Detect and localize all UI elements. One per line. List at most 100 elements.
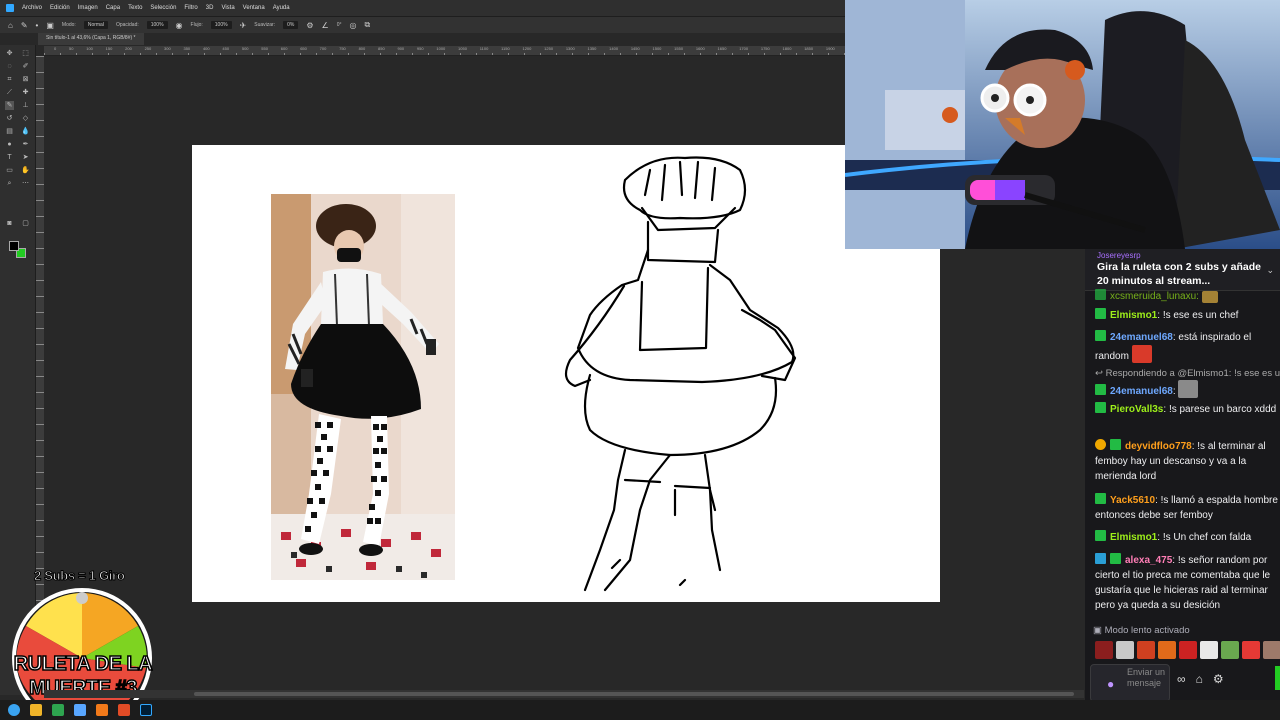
emote-icon[interactable] — [1095, 641, 1113, 659]
mode-select[interactable]: Normal — [83, 21, 108, 29]
chat-send-button[interactable] — [1275, 666, 1280, 690]
frame-tool-icon[interactable]: ⊠ — [21, 75, 30, 84]
gear-icon[interactable]: ⚙ — [1213, 672, 1224, 686]
document-tabs: Sin título-1 al 43,6% (Capa 1, RGB/8#) * — [0, 33, 845, 45]
foreground-color-swatch[interactable] — [9, 241, 19, 251]
chat-username[interactable]: Elmismo1 — [1110, 310, 1157, 321]
chat-username[interactable]: PieroVall3s — [1110, 404, 1163, 415]
microphone-icon[interactable]: ● — [1107, 677, 1114, 691]
menu-filtro[interactable]: Filtro — [184, 5, 197, 11]
emote-icon[interactable] — [1158, 641, 1176, 659]
symmetry-icon[interactable]: ⧉ — [364, 20, 370, 30]
bits-icon[interactable]: ∞ — [1177, 672, 1186, 686]
ruler-label: 400 — [202, 46, 210, 51]
emote-icon[interactable] — [1179, 641, 1197, 659]
quick-mask-icon[interactable]: ◙ — [5, 219, 14, 228]
flow-field[interactable]: 100% — [210, 21, 232, 29]
menu-vista[interactable]: Vista — [221, 5, 234, 11]
dodge-tool-icon[interactable]: ● — [5, 140, 14, 149]
emote-icon[interactable] — [1116, 641, 1134, 659]
brush-tool-icon[interactable]: ✎ — [21, 21, 28, 30]
more-tools-icon[interactable]: ⋯ — [21, 179, 30, 188]
menu-capa[interactable]: Capa — [106, 5, 120, 11]
pinned-username[interactable]: Josereyesrp — [1097, 251, 1274, 260]
gear-icon[interactable]: ⚙ — [306, 21, 313, 30]
angle-value[interactable]: 0° — [337, 22, 342, 28]
menu-ventana[interactable]: Ventana — [243, 5, 265, 11]
file-explorer-icon[interactable] — [30, 704, 42, 716]
gradient-tool-icon[interactable]: ▤ — [5, 127, 14, 136]
smooth-field[interactable]: 0% — [283, 21, 299, 29]
sub-badge-icon — [1095, 289, 1106, 300]
pen-tool-icon[interactable]: ✒ — [21, 140, 30, 149]
ruler-label: 350 — [183, 46, 191, 51]
menu-edicion[interactable]: Edición — [50, 5, 70, 11]
opacity-field[interactable]: 100% — [146, 21, 168, 29]
app-icon[interactable] — [96, 704, 108, 716]
emote-icon[interactable] — [1200, 641, 1218, 659]
airbrush-icon[interactable]: ✈ — [240, 21, 247, 30]
chat-username[interactable]: 24emanuel68 — [1110, 332, 1173, 343]
quick-select-tool-icon[interactable]: ✐ — [21, 62, 30, 71]
menu-seleccion[interactable]: Selección — [150, 5, 176, 11]
screen: Archivo Edición Imagen Capa Texto Selecc… — [0, 0, 1280, 720]
menu-ayuda[interactable]: Ayuda — [273, 5, 290, 11]
home-icon[interactable]: ⌂ — [8, 21, 13, 30]
chat-username[interactable]: Elmismo1 — [1110, 532, 1157, 543]
shape-tool-icon[interactable]: ▭ — [5, 166, 14, 175]
chat-text: !s parese un barco xddd — [1168, 404, 1277, 415]
chat-input[interactable]: ● Enviar un mensaje — [1090, 664, 1170, 702]
app-icon[interactable] — [118, 704, 130, 716]
ruler-label: 650 — [300, 46, 307, 51]
marquee-tool-icon[interactable]: ⬚ — [21, 49, 30, 58]
pinned-message[interactable]: Josereyesrp Gira la ruleta con 2 subs y … — [1085, 249, 1280, 291]
document-tab[interactable]: Sin título-1 al 43,6% (Capa 1, RGB/8#) * — [38, 33, 144, 45]
brush-preset-icon[interactable]: • — [36, 21, 39, 30]
menu-imagen[interactable]: Imagen — [78, 5, 98, 11]
emote-icon[interactable] — [1137, 641, 1155, 659]
emote-icon — [1131, 345, 1152, 363]
pressure-size-icon[interactable]: ◎ — [349, 21, 356, 30]
menu-archivo[interactable]: Archivo — [22, 5, 42, 11]
sub-badge-icon — [1095, 402, 1106, 413]
history-brush-icon[interactable]: ↺ — [5, 114, 14, 123]
hand-tool-icon[interactable]: ✋ — [21, 166, 30, 175]
brush-settings-icon[interactable]: ▣ — [46, 21, 54, 30]
chat-username[interactable]: deyvidfloo778 — [1125, 441, 1192, 452]
app-icon[interactable] — [52, 704, 64, 716]
reply-context[interactable]: ↩ Respondiendo a @Elmismo1: !s ese es u.… — [1095, 368, 1280, 379]
lasso-tool-icon[interactable]: ◌ — [5, 62, 14, 71]
app-icon[interactable] — [74, 704, 86, 716]
chat-username[interactable]: xcsmeruida_lunaxu: — [1110, 291, 1199, 302]
emote-icon[interactable] — [1242, 641, 1260, 659]
ruler-labels: 0 50 100 150 200 250 300 350 400 450 500 550 600 650 7… — [44, 46, 845, 54]
emote-icon[interactable] — [1221, 641, 1239, 659]
stamp-tool-icon[interactable]: ⊥ — [21, 101, 30, 110]
chevron-down-icon[interactable]: ⌄ — [1266, 265, 1274, 276]
move-tool-icon[interactable]: ✥ — [5, 49, 14, 58]
menu-texto[interactable]: Texto — [128, 5, 142, 11]
emote-icon[interactable] — [1263, 641, 1280, 659]
store-icon[interactable]: ⌂ — [1196, 672, 1203, 686]
type-tool-icon[interactable]: T — [5, 153, 14, 162]
crop-tool-icon[interactable]: ⌗ — [5, 75, 14, 84]
photoshop-taskbar-icon[interactable] — [140, 704, 152, 716]
path-select-tool-icon[interactable]: ➤ — [21, 153, 30, 162]
eyedropper-tool-icon[interactable]: ⟋ — [5, 88, 14, 97]
scrollbar-thumb[interactable] — [194, 692, 1074, 696]
photoshop-logo-icon[interactable] — [6, 4, 14, 12]
chat-username[interactable]: Yack5610 — [1110, 495, 1155, 506]
zoom-tool-icon[interactable]: ⌕ — [5, 179, 14, 188]
pressure-opacity-icon[interactable]: ◉ — [176, 21, 183, 30]
menu-3d[interactable]: 3D — [206, 5, 214, 11]
brush-tool-icon[interactable]: ✎ — [5, 101, 14, 110]
screen-mode-icon[interactable]: ▢ — [21, 219, 30, 228]
blur-tool-icon[interactable]: 💧 — [21, 127, 30, 136]
chat-message: Yack5610: !s llamó a espalda hombre ento… — [1095, 493, 1278, 521]
eraser-tool-icon[interactable]: ◇ — [21, 114, 30, 123]
chat-username[interactable]: alexa_475 — [1125, 555, 1172, 566]
horizontal-scrollbar[interactable] — [44, 690, 1084, 698]
chat-username[interactable]: 24emanuel68 — [1110, 386, 1173, 397]
healing-tool-icon[interactable]: ✚ — [21, 88, 30, 97]
edge-browser-icon[interactable] — [8, 704, 20, 716]
